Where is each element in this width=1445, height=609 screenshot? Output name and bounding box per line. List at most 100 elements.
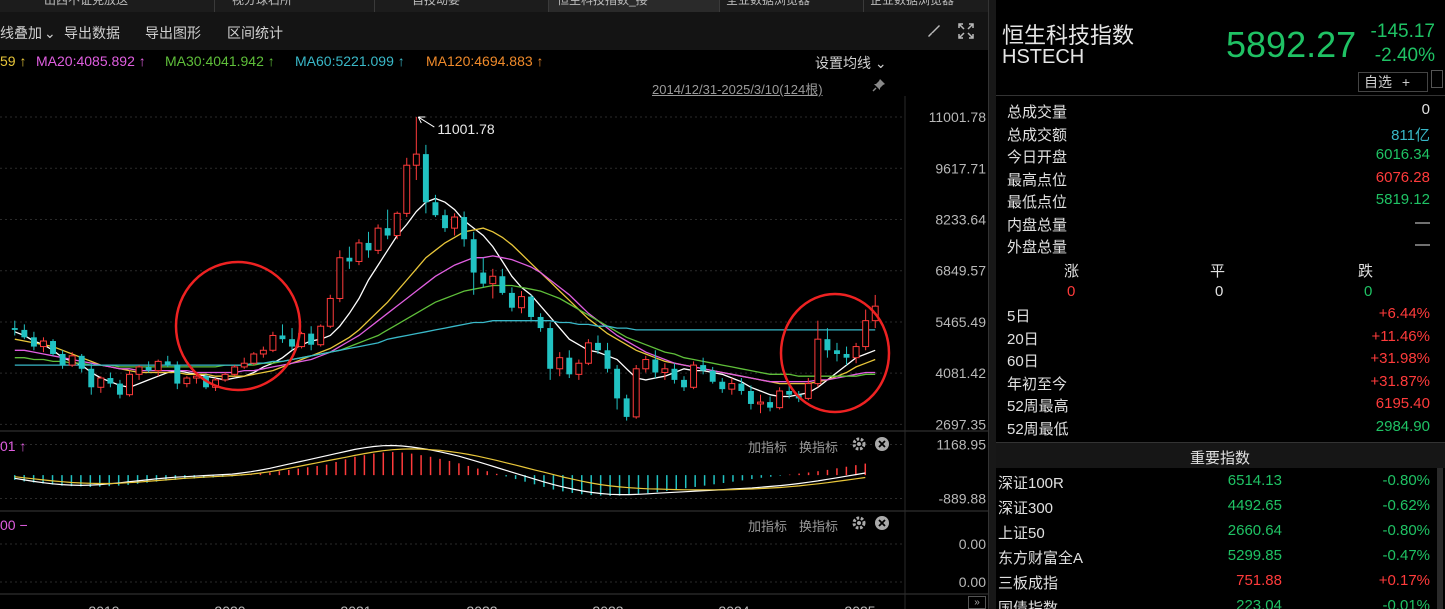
candle-body [279,335,286,340]
period-row: 20日 +11.46% [996,328,1436,350]
sub2-y-tick-label: 0.00 [959,574,986,590]
pin-icon[interactable] [872,78,886,95]
candle-body [709,370,716,382]
candle-body [843,353,850,358]
quote-header: 恒生科技指数 HSTECH 5892.27 -145.17 -2.40% 自选 … [996,12,1445,96]
period-label: 5日 [1007,308,1031,325]
index-price: 4492.65 [1227,497,1282,514]
plus-icon: + [1401,74,1411,90]
tab-0[interactable]: 出西不证克放送 [44,0,128,12]
index-change: +0.17% [1378,572,1430,589]
candle-body [547,328,554,369]
index-row[interactable]: 深证100R 6514.13 -0.80% [996,472,1436,497]
chevron-down-icon: ⌄ [44,25,56,41]
candle-body [804,383,812,399]
corner-icon[interactable] [1431,70,1443,88]
switch-indicator-button[interactable]: 换指标 [799,437,838,456]
macd-y-tick-label: 1168.95 [936,436,986,452]
candle-body [461,217,468,240]
stat-label: 内盘总量 [1007,216,1068,234]
period-label: 60日 [1007,353,1039,370]
x-tick-label: 2025 [844,603,875,609]
candle-body [604,350,611,369]
index-row[interactable]: 深证300 4492.65 -0.62% [996,497,1436,522]
gear-icon[interactable] [851,515,867,534]
candle-body [326,297,334,327]
tab-2[interactable]: 自技动要 [412,0,460,12]
tab-1[interactable]: 视分球石所 [232,0,292,12]
stat-label: 最高点位 [1007,171,1068,189]
candle-body [719,381,726,390]
x-tick-label: 2020 [214,603,245,609]
y-tick-label: 4081.42 [935,365,986,381]
stat-row: 今日开盘 6016.34 [996,146,1436,168]
ma-line-ma20 [14,227,876,385]
add-indicator-button-2[interactable]: 加指标 [748,516,787,535]
export-data-button[interactable]: 导出数据 [64,23,120,43]
stock-code: HSTECH [1002,46,1085,68]
export-image-button[interactable]: 导出图形 [145,23,201,43]
index-change: -0.80% [1382,522,1430,539]
macd-legend: 01 ↑ [0,438,27,454]
stat-value: 6016.34 [1375,146,1430,163]
candle-body [365,242,372,251]
period-label: 20日 [1007,330,1039,348]
period-label: 年初至今 [1007,375,1068,393]
index-row[interactable]: 上证50 2660.64 -0.80% [996,522,1436,547]
index-row[interactable]: 三板成指 751.88 +0.17% [996,572,1436,597]
important-index-header: 重要指数 [996,442,1445,468]
candle-body [269,334,277,351]
ma5-legend: 59 ↑ [0,53,27,69]
candle-body [757,401,764,405]
scroll-right-icon[interactable]: » [968,596,986,609]
candle-body [652,359,659,373]
close-icon[interactable] [874,515,890,534]
close-icon[interactable] [874,436,890,455]
index-price: 6514.13 [1227,472,1282,489]
expand-icon[interactable] [957,22,975,45]
candle-body [451,216,459,229]
x-tick-label: 2019 [88,603,119,609]
candle-body [317,325,325,346]
y-tick-label: 9617.71 [935,160,986,176]
candle-body [824,339,831,351]
candle-body [221,373,229,381]
index-row[interactable]: 国债指数 223.04 -0.01% [996,597,1436,609]
candle-body [623,398,630,417]
tab-5[interactable]: 企业数据浏览器 [870,0,988,12]
chart-canvas[interactable]: 11001.78 9617.71 8233.64 6849.57 5465.49 4081… [0,96,988,609]
stat-row: 总成交量 0 [996,101,1436,123]
x-tick-label: 2023 [592,603,623,609]
ma-settings-label: 设置均线 [815,55,871,71]
gear-icon[interactable] [851,436,867,455]
tab-separator [374,0,375,12]
brush-icon[interactable] [926,22,942,43]
sub2-legend: 00 − [0,517,28,533]
sub2-y-tick-label: 0.00 [959,536,986,552]
tab-4[interactable]: 全业数据浏览器 [726,0,810,12]
candle-body [566,357,573,375]
ma20-legend: MA20:4085.892 ↑ [36,53,146,69]
index-row[interactable]: 东方财富全A 5299.85 -0.47% [996,547,1436,572]
candle-body [671,368,678,380]
stat-label: 外盘总量 [1007,239,1068,256]
candle-body [432,202,439,216]
add-indicator-button[interactable]: 加指标 [748,437,787,456]
index-name: 深证100R [998,475,1064,492]
index-name: 深证300 [998,500,1054,517]
stat-row: 总成交额 811亿 [996,124,1436,146]
stat-value: — [1415,236,1430,253]
index-price: 223.04 [1236,597,1282,609]
y-tick-label: 2697.35 [935,416,986,432]
range-stats-button[interactable]: 区间统计 [227,23,283,43]
period-value: +31.98% [1370,350,1430,367]
overlay-dropdown[interactable]: 线叠加 ⌄ [0,23,56,43]
switch-indicator-button-2[interactable]: 换指标 [799,516,838,535]
scrollbar[interactable] [1437,468,1443,609]
panel-divider[interactable] [988,0,996,609]
ma-settings-dropdown[interactable]: 设置均线 ⌄ [815,53,887,73]
ma120-legend: MA120:4694.883 ↑ [426,53,544,69]
add-watchlist-button[interactable]: 自选 + [1358,72,1428,92]
tab-3-active[interactable]: 恒生科技指数_接 [549,0,719,12]
candle-body [584,342,592,364]
